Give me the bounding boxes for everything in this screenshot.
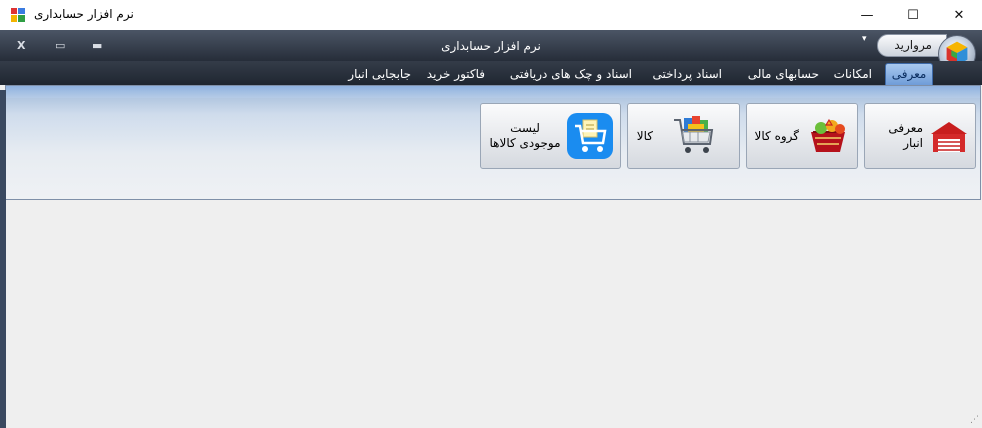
- window-title: نرم افزار حسابداری: [34, 7, 134, 21]
- product-group-button[interactable]: گروه کالا: [746, 103, 858, 169]
- close-button[interactable]: ✕: [936, 0, 982, 30]
- inventory-list-button-label: لیست موجودی کالاها: [489, 121, 561, 150]
- quick-access-button[interactable]: مروارید: [877, 34, 947, 57]
- ribbon-title: نرم افزار حسابداری: [441, 39, 541, 53]
- tab-hesabha-mali[interactable]: حسابهای مالی: [748, 67, 819, 81]
- ribbon-tab-bar: امکانات حسابهای مالی اسناد پرداختی اسناد…: [0, 61, 982, 85]
- product-button[interactable]: کالا: [627, 103, 740, 169]
- product-group-button-label: گروه کالا: [754, 128, 799, 143]
- panel-header-strip: [6, 86, 980, 98]
- quick-access-dropdown-icon[interactable]: ▾: [862, 34, 874, 46]
- tab-moarefi[interactable]: معرفی: [885, 63, 933, 85]
- app-icon: [11, 8, 25, 22]
- resize-grip-icon[interactable]: ⋰: [970, 415, 979, 425]
- minimize-button[interactable]: —: [844, 0, 890, 30]
- tab-factor-kharid[interactable]: فاکتور خرید: [427, 67, 485, 81]
- warehouse-icon: [931, 122, 967, 152]
- tab-jabejayi-anbar[interactable]: جابجایی انبار: [348, 67, 411, 81]
- basket-icon: [811, 118, 845, 152]
- title-bar: نرم افزار حسابداری — ☐ ✕: [0, 0, 982, 30]
- close-icon: ✕: [953, 7, 965, 23]
- left-edge-strip: [0, 90, 6, 428]
- product-button-label: کالا: [636, 128, 653, 143]
- tab-asnad-chek-daryafti[interactable]: اسناد و چک های دریافتی: [510, 67, 632, 81]
- tab-asnad-pardakhti[interactable]: اسناد پرداختی: [652, 67, 722, 81]
- shopping-cart-icon: [674, 116, 714, 153]
- warehouse-button-label: معرفی انبار: [888, 121, 923, 150]
- tab-emkanat[interactable]: امکانات: [834, 67, 872, 81]
- inventory-list-button[interactable]: لیست موجودی کالاها: [480, 103, 621, 169]
- maximize-icon: ☐: [907, 7, 919, 23]
- ribbon-caption-bar: X ▭ ▬ نرم افزار حسابداری ▾: [0, 30, 982, 61]
- warehouse-button[interactable]: معرفی انبار: [864, 103, 976, 169]
- minimize-icon: —: [860, 7, 874, 23]
- cart-list-icon: [567, 113, 613, 159]
- maximize-button[interactable]: ☐: [890, 0, 936, 30]
- application-window: نرم افزار حسابداری — ☐ ✕ X ▭ ▬ نرم افزار…: [0, 0, 982, 428]
